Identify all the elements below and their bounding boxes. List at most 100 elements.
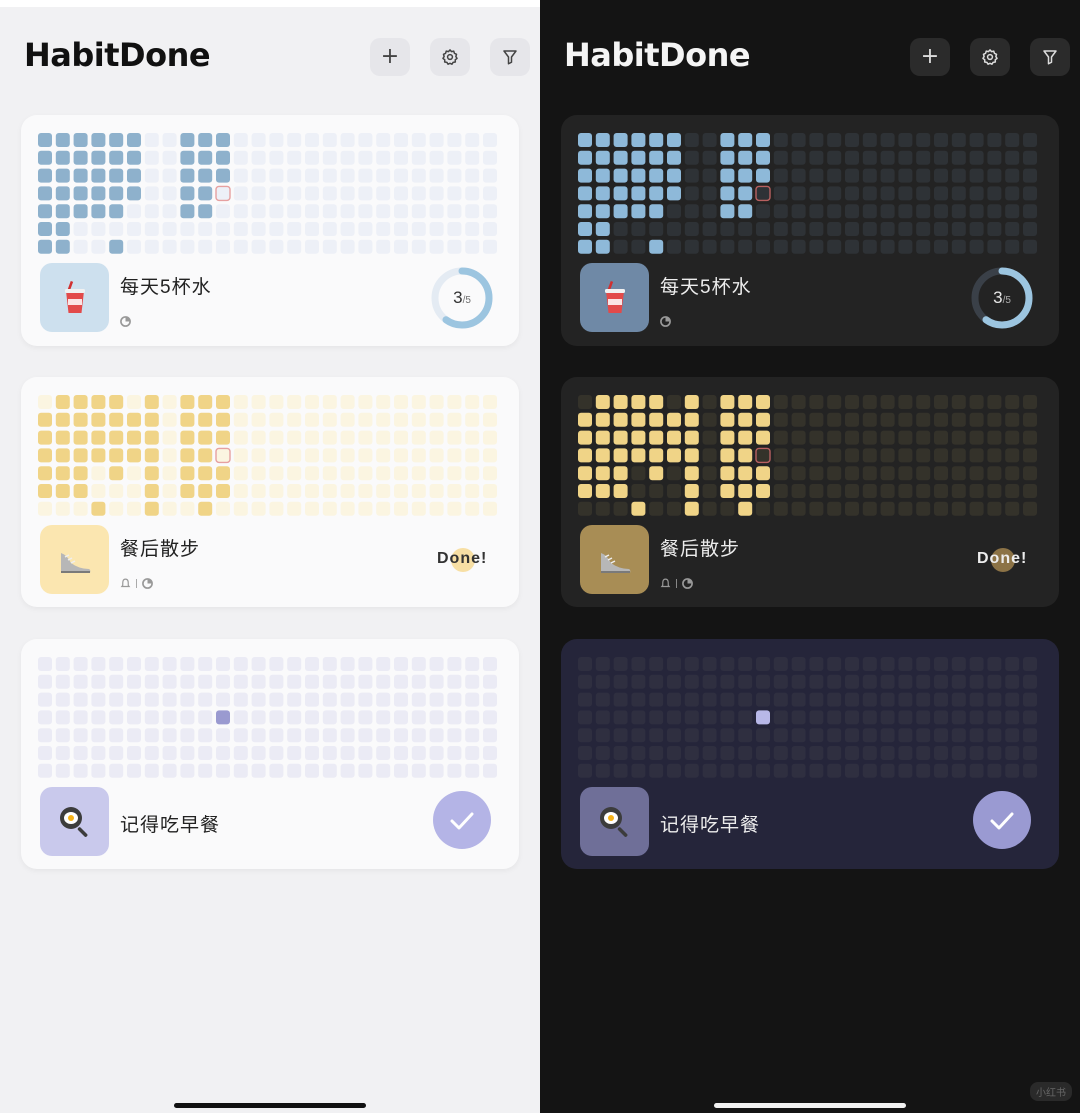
heatmap-cell <box>1023 239 1037 254</box>
heatmap-cell-today <box>755 447 771 464</box>
heatmap-cell <box>251 728 266 743</box>
heatmap-cell <box>340 657 355 671</box>
heatmap-cell <box>305 484 319 498</box>
heatmap-cell <box>738 746 753 760</box>
heatmap-cell <box>198 186 213 201</box>
heatmap-cell <box>1023 133 1037 147</box>
heatmap-cell <box>91 222 106 236</box>
heatmap-cell <box>862 484 877 498</box>
heatmap-cell <box>827 448 842 463</box>
heatmap-cell <box>233 222 248 236</box>
heatmap-cell <box>55 466 70 481</box>
heatmap-cell <box>684 657 699 671</box>
habit-card-breakfast[interactable]: 记得吃早餐 <box>561 639 1059 869</box>
done-indicator[interactable]: Done! <box>967 543 1047 577</box>
heatmap-cell <box>880 222 895 236</box>
heatmap-cell <box>269 430 284 445</box>
heatmap-cell <box>91 484 106 498</box>
heatmap-cell <box>809 150 824 165</box>
heatmap-cell <box>127 763 141 778</box>
heatmap-cell <box>898 395 913 409</box>
habit-card-water[interactable]: 每天5杯水 3/5 <box>21 115 519 346</box>
heatmap-cell <box>340 763 355 778</box>
heatmap-cell <box>969 133 984 147</box>
heatmap-cell <box>162 746 177 760</box>
habit-card-walk[interactable]: 餐后散步 Done! <box>561 377 1059 607</box>
heatmap-cell <box>305 412 319 427</box>
home-indicator[interactable] <box>174 1103 366 1108</box>
heatmap-cell <box>631 728 646 743</box>
done-indicator[interactable]: Done! <box>427 543 507 577</box>
heatmap-cell <box>773 448 788 463</box>
heatmap-cell <box>845 204 859 219</box>
heatmap-cell <box>127 204 141 219</box>
heatmap-cell <box>55 746 70 760</box>
heatmap-cell <box>667 466 681 481</box>
heatmap-cell <box>55 657 70 671</box>
settings-button[interactable] <box>430 38 470 76</box>
heatmap-cell <box>358 430 373 445</box>
heatmap-cell <box>756 395 770 409</box>
heatmap-cell <box>55 168 70 183</box>
heatmap-cell <box>595 484 610 498</box>
heatmap-cell <box>613 150 628 165</box>
heatmap-cell <box>322 763 337 778</box>
home-indicator[interactable] <box>714 1103 906 1108</box>
heatmap-cell <box>447 674 462 689</box>
heatmap-cell <box>233 466 248 481</box>
heatmap-cell <box>720 150 735 165</box>
heatmap-cell <box>631 692 646 707</box>
heatmap-cell <box>305 133 319 147</box>
heatmap-cell <box>109 466 124 481</box>
heatmap-cell <box>269 466 284 481</box>
filter-button[interactable] <box>490 38 530 76</box>
heatmap-cell <box>322 484 337 498</box>
heatmap-cell <box>702 448 717 463</box>
filter-button[interactable] <box>1030 38 1070 76</box>
heatmap-cell <box>73 222 88 236</box>
heatmap-cell <box>109 657 124 671</box>
heatmap-cell <box>773 150 788 165</box>
heatmap-cell <box>756 430 770 445</box>
heatmap-cell <box>720 412 735 427</box>
heatmap-cell <box>233 484 248 498</box>
heatmap-cell <box>613 710 628 725</box>
heatmap-cell <box>969 448 984 463</box>
heatmap-cell <box>447 763 462 778</box>
heatmap-cell <box>55 430 70 445</box>
heatmap-cell <box>934 204 948 219</box>
heatmap-cell <box>144 168 159 183</box>
heatmap-cell <box>702 239 717 254</box>
add-habit-button[interactable]: + <box>910 38 950 76</box>
heatmap-cell <box>483 239 497 254</box>
heatmap-cell <box>305 746 319 760</box>
heatmap-cell <box>109 763 124 778</box>
habit-card-water[interactable]: 每天5杯水 3/5 <box>561 115 1059 346</box>
heatmap-cell <box>144 448 159 463</box>
complete-check-button[interactable] <box>433 791 491 849</box>
heatmap-cell <box>898 466 913 481</box>
heatmap-cell <box>198 133 213 147</box>
heatmap-cell <box>305 186 319 201</box>
habit-card-walk[interactable]: 餐后散步 Done! <box>21 377 519 607</box>
complete-check-button[interactable] <box>973 791 1031 849</box>
heatmap-cell <box>376 395 391 409</box>
heatmap-cell <box>394 657 408 671</box>
heatmap-cell <box>631 674 646 689</box>
add-habit-button[interactable]: + <box>370 38 410 76</box>
dark-theme-panel: HabitDone + 每天5杯水 3/5 餐后散步 Done! 记得吃早餐 小… <box>540 0 1080 1113</box>
heatmap-cell <box>91 204 106 219</box>
settings-button[interactable] <box>970 38 1010 76</box>
heatmap-cell <box>667 746 681 760</box>
habit-card-breakfast[interactable]: 记得吃早餐 <box>21 639 519 869</box>
heatmap-cell <box>1005 168 1020 183</box>
heatmap-cell <box>738 204 753 219</box>
heatmap-cell <box>447 168 462 183</box>
heatmap-cell <box>702 466 717 481</box>
heatmap-cell <box>845 186 859 201</box>
heatmap-cell <box>216 692 230 707</box>
heatmap-cell <box>1005 430 1020 445</box>
heatmap-cell <box>305 430 319 445</box>
heatmap-cell <box>631 133 646 147</box>
heatmap-cell <box>465 657 480 671</box>
